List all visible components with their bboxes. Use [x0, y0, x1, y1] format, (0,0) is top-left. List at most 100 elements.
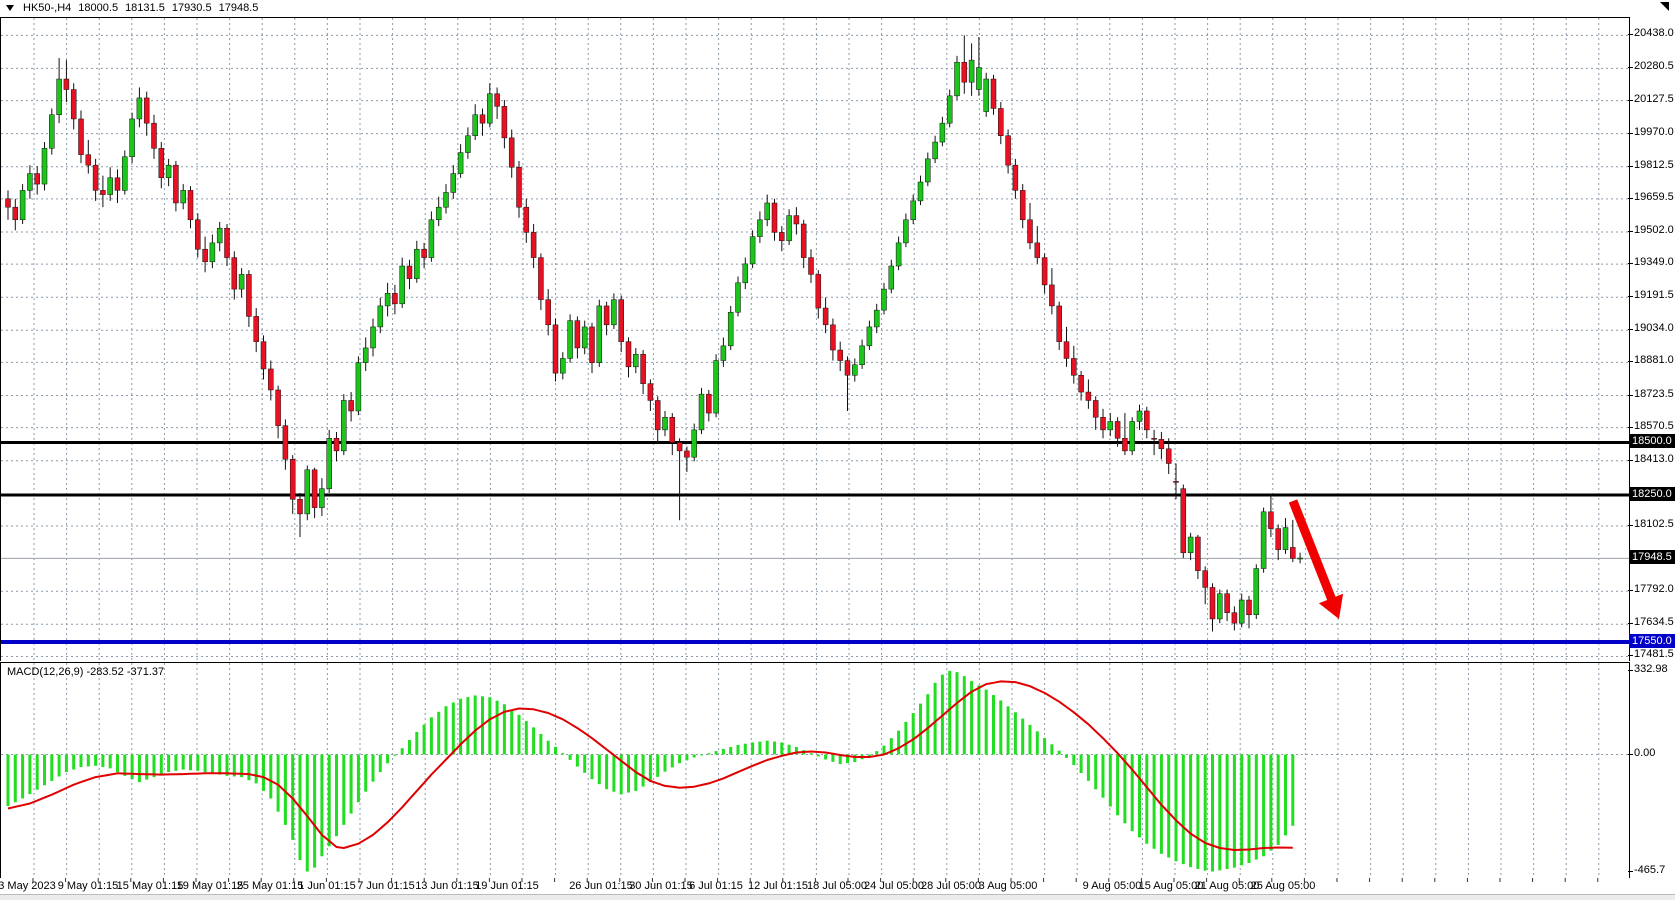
candle-body — [721, 346, 726, 361]
candle-body — [137, 98, 142, 119]
candle-body — [1137, 411, 1142, 422]
candle-body — [173, 165, 178, 203]
candle-body — [611, 300, 616, 325]
macd-signal-value: -371.37 — [127, 666, 164, 678]
scale-corner-icon[interactable] — [1660, 2, 1669, 11]
candle-body — [830, 325, 835, 350]
candle-body — [487, 94, 492, 123]
price-axis-label: 18102.5 — [1634, 518, 1674, 530]
candle-body — [480, 115, 485, 123]
price-axis-label: 17634.5 — [1634, 616, 1674, 628]
candle-body — [217, 228, 222, 243]
candle-body — [1013, 165, 1018, 190]
candle-body — [816, 274, 821, 308]
candle-body — [692, 430, 697, 457]
candle-body — [444, 192, 449, 207]
price-axis-label: 18570.5 — [1634, 420, 1674, 432]
time-axis-label: 9 Aug 05:00 — [1083, 880, 1142, 892]
candle-body — [371, 327, 376, 348]
candle-body — [1130, 421, 1135, 450]
chart-window: HK50-,H4 18000.5 18131.5 17930.5 17948.5… — [0, 0, 1675, 900]
price-tick — [1628, 655, 1633, 656]
time-axis-label: 6 Jul 01:15 — [689, 880, 743, 892]
candle-body — [925, 159, 930, 182]
candle-body — [341, 400, 346, 450]
macd-indicator-panel[interactable] — [0, 662, 1630, 879]
time-axis-label: 3 May 2023 — [0, 880, 56, 892]
candle-body — [779, 232, 784, 240]
candle-body — [276, 390, 281, 426]
candle-body — [517, 167, 522, 207]
macd-tick — [1628, 670, 1633, 671]
candle-body — [509, 138, 514, 167]
candle-body — [1108, 421, 1113, 429]
candle-body — [641, 354, 646, 383]
time-axis-label: 1 Jun 01:15 — [298, 880, 356, 892]
candle-body — [49, 115, 54, 149]
candle-body — [1166, 449, 1171, 464]
price-axis-label: 19034.0 — [1634, 322, 1674, 334]
macd-tick — [1628, 754, 1633, 755]
candle-body — [349, 400, 354, 411]
candle-body — [1071, 358, 1076, 375]
candle-body — [663, 417, 668, 430]
candle-body — [203, 249, 208, 262]
candle-body — [414, 249, 419, 278]
candle-body — [422, 249, 427, 257]
price-tick — [1628, 263, 1633, 264]
price-tick — [1628, 198, 1633, 199]
symbol-quote-line: HK50-,H4 18000.5 18131.5 17930.5 17948.5 — [6, 2, 258, 14]
candle-body — [546, 300, 551, 325]
quote-high: 18131.5 — [125, 2, 165, 14]
candle-body — [159, 148, 164, 177]
trend-arrow-line[interactable] — [1293, 501, 1332, 600]
price-chart-panel[interactable] — [0, 17, 1630, 661]
candle-body — [823, 308, 828, 325]
candle-body — [334, 438, 339, 451]
candlestick-plot[interactable] — [1, 18, 1629, 661]
price-tick — [1628, 623, 1633, 624]
time-axis-label: 12 Jul 01:15 — [748, 880, 808, 892]
candle-body — [115, 178, 120, 191]
candle-body — [1254, 569, 1259, 615]
candle-body — [984, 79, 989, 112]
candle-body — [743, 264, 748, 283]
price-tick — [1628, 166, 1633, 167]
candle-body — [356, 363, 361, 411]
chevron-down-icon[interactable] — [6, 5, 14, 11]
candle-body — [947, 96, 952, 123]
candle-body — [991, 79, 996, 108]
candle-body — [699, 394, 704, 430]
candle-body — [1290, 547, 1295, 558]
time-axis-label: 19 May 01:15 — [177, 880, 244, 892]
candle-body — [1057, 306, 1062, 342]
candle-body — [268, 369, 273, 390]
candle-body — [998, 108, 1003, 135]
price-axis-label: 18881.0 — [1634, 354, 1674, 366]
price-axis-label: 19191.5 — [1634, 289, 1674, 301]
candle-body — [1225, 594, 1230, 613]
candle-body — [575, 321, 580, 348]
macd-axis-label: -465.7 — [1634, 864, 1665, 876]
time-axis-label: 25 May 01:15 — [237, 880, 304, 892]
candle-body — [246, 274, 251, 316]
time-axis-label: 24 Jul 05:00 — [864, 880, 924, 892]
price-tick — [1628, 395, 1633, 396]
candle-body — [429, 220, 434, 258]
candle-body — [93, 165, 98, 190]
candle-body — [378, 306, 383, 327]
macd-tick — [1628, 871, 1633, 872]
candle-body — [473, 115, 478, 136]
macd-plot[interactable] — [1, 663, 1629, 878]
macd-indicator-label: MACD(12,26,9) -283.52 -371.37 — [7, 666, 164, 678]
time-axis[interactable]: 3 May 20239 May 01:1515 May 01:1519 May … — [0, 878, 1675, 894]
candle-body — [568, 321, 573, 359]
candle-body — [261, 342, 266, 369]
candle-body — [363, 348, 368, 363]
candle-body — [1122, 438, 1127, 451]
candle-body — [495, 94, 500, 107]
price-axis-label: 19970.0 — [1634, 126, 1674, 138]
quote-close: 17948.5 — [219, 2, 259, 14]
time-axis-label: 3 Aug 05:00 — [979, 880, 1038, 892]
candle-body — [1276, 529, 1281, 550]
